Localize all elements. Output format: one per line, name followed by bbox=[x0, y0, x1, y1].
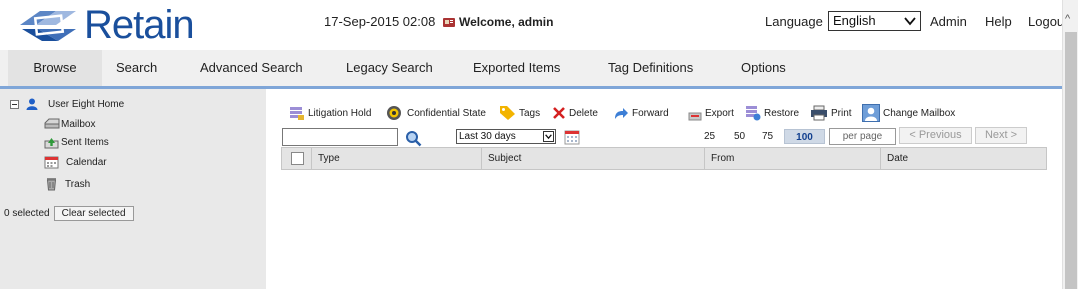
user-badge-icon bbox=[443, 17, 455, 27]
calendar-icon bbox=[44, 156, 59, 169]
toolbar-label: Confidential State bbox=[407, 107, 486, 119]
print-button[interactable]: Print bbox=[810, 105, 852, 121]
folder-mailbox[interactable]: Mailbox bbox=[44, 118, 95, 130]
folder-label: Sent Items bbox=[61, 137, 109, 148]
page-size-100[interactable]: 100 bbox=[784, 129, 825, 144]
next-page-button[interactable]: Next > bbox=[975, 127, 1027, 144]
results-grid-header: Type Subject From Date bbox=[281, 147, 1047, 170]
folder-label: Trash bbox=[65, 178, 91, 190]
selection-bar: 0 selected Clear selected bbox=[4, 206, 134, 221]
chevron-down-icon bbox=[904, 17, 916, 26]
help-link[interactable]: Help bbox=[985, 14, 1012, 29]
mailbox-icon bbox=[44, 118, 60, 129]
export-icon bbox=[688, 112, 702, 120]
confidential-eye-icon bbox=[387, 106, 401, 120]
folder-label: Mailbox bbox=[61, 118, 96, 130]
current-datetime: 17-Sep-2015 02:08 bbox=[324, 14, 436, 29]
change-mailbox-user-icon bbox=[862, 104, 880, 122]
litigation-hold-icon bbox=[290, 106, 304, 120]
welcome-message: Welcome, admin bbox=[443, 15, 553, 29]
page-size-50[interactable]: 50 bbox=[734, 129, 745, 144]
select-all-cell bbox=[282, 148, 312, 169]
printer-icon bbox=[811, 105, 827, 121]
folder-label: Calendar bbox=[66, 156, 107, 168]
toolbar-label: Litigation Hold bbox=[308, 107, 372, 119]
toolbar-label: Change Mailbox bbox=[883, 107, 956, 119]
per-page-input[interactable]: per page bbox=[829, 128, 896, 145]
restore-button[interactable]: Restore bbox=[745, 105, 799, 121]
folder-sent-items[interactable]: Sent Items bbox=[44, 136, 109, 149]
date-range-select[interactable]: Last 30 days bbox=[456, 129, 556, 144]
select-all-checkbox[interactable] bbox=[291, 152, 304, 165]
clear-selected-button[interactable]: Clear selected bbox=[53, 206, 134, 221]
tab-browse[interactable]: Browse bbox=[8, 50, 102, 86]
forward-button[interactable]: Forward bbox=[613, 105, 669, 121]
language-value: English bbox=[833, 13, 876, 28]
search-input[interactable] bbox=[282, 128, 398, 146]
tab-advanced-search[interactable]: Advanced Search bbox=[200, 50, 303, 86]
folder-trash[interactable]: Trash bbox=[46, 177, 90, 191]
tags-button[interactable]: Tags bbox=[499, 105, 540, 121]
trash-icon bbox=[46, 178, 57, 191]
header-bar: Retain 17-Sep-2015 02:08 Welcome, admin … bbox=[0, 0, 1062, 50]
app-name: Retain bbox=[84, 3, 195, 47]
retain-logo[interactable]: Retain bbox=[18, 3, 195, 47]
toolbar-label: Tags bbox=[519, 107, 541, 119]
toolbar-label: Forward bbox=[632, 107, 669, 119]
date-range-value: Last 30 days bbox=[459, 131, 516, 142]
chevron-down-icon bbox=[543, 131, 554, 142]
column-type[interactable]: Type bbox=[312, 148, 482, 169]
collapse-icon[interactable] bbox=[10, 99, 19, 109]
admin-link[interactable]: Admin bbox=[930, 14, 967, 29]
retain-logo-mark-icon bbox=[20, 11, 76, 41]
column-date[interactable]: Date bbox=[881, 148, 1046, 169]
tree-root-label: User Eight Home bbox=[48, 98, 125, 110]
forward-arrow-icon bbox=[615, 108, 628, 119]
folder-calendar[interactable]: Calendar bbox=[44, 155, 107, 169]
delete-x-icon bbox=[553, 107, 565, 119]
calendar-picker-icon[interactable] bbox=[564, 129, 580, 145]
tag-icon bbox=[500, 106, 515, 120]
search-icon[interactable] bbox=[405, 130, 422, 147]
toolbar-label: Delete bbox=[569, 107, 598, 119]
language-select[interactable]: English bbox=[828, 11, 921, 31]
previous-page-button[interactable]: < Previous bbox=[899, 127, 972, 144]
vertical-scrollbar[interactable]: ^ bbox=[1062, 0, 1078, 289]
folder-sidebar: User Eight Home Mailbox Sent Items Calen… bbox=[0, 89, 266, 289]
litigation-hold-button[interactable]: Litigation Hold bbox=[289, 105, 371, 121]
delete-button[interactable]: Delete bbox=[552, 105, 598, 121]
toolbar-label: Export bbox=[705, 107, 734, 119]
tab-search[interactable]: Search bbox=[116, 50, 157, 86]
toolbar-label: Print bbox=[831, 107, 852, 119]
column-subject[interactable]: Subject bbox=[482, 148, 705, 169]
scrollbar-thumb[interactable] bbox=[1065, 32, 1077, 289]
tab-legacy-search[interactable]: Legacy Search bbox=[346, 50, 433, 86]
confidential-state-button[interactable]: Confidential State bbox=[384, 105, 486, 121]
page-size-75[interactable]: 75 bbox=[762, 129, 773, 144]
user-icon bbox=[26, 98, 38, 110]
selected-count: 0 selected bbox=[4, 208, 50, 219]
tab-options[interactable]: Options bbox=[741, 50, 786, 86]
main-tabs: Browse Search Advanced Search Legacy Sea… bbox=[0, 50, 1062, 86]
export-button[interactable]: Export bbox=[688, 105, 734, 121]
scroll-up-icon[interactable]: ^ bbox=[1065, 14, 1070, 25]
tab-exported-items[interactable]: Exported Items bbox=[473, 50, 560, 86]
tab-tag-definitions[interactable]: Tag Definitions bbox=[608, 50, 693, 86]
tree-root[interactable]: User Eight Home bbox=[10, 98, 124, 110]
column-from[interactable]: From bbox=[705, 148, 881, 169]
logout-link[interactable]: Logou bbox=[1028, 14, 1062, 29]
sent-items-icon bbox=[44, 138, 59, 149]
toolbar-label: Restore bbox=[764, 107, 800, 119]
restore-icon bbox=[746, 106, 761, 121]
page-size-25[interactable]: 25 bbox=[704, 129, 715, 144]
language-label: Language bbox=[765, 14, 823, 29]
change-mailbox-button[interactable]: Change Mailbox bbox=[862, 104, 956, 122]
welcome-text: Welcome, admin bbox=[459, 15, 554, 29]
